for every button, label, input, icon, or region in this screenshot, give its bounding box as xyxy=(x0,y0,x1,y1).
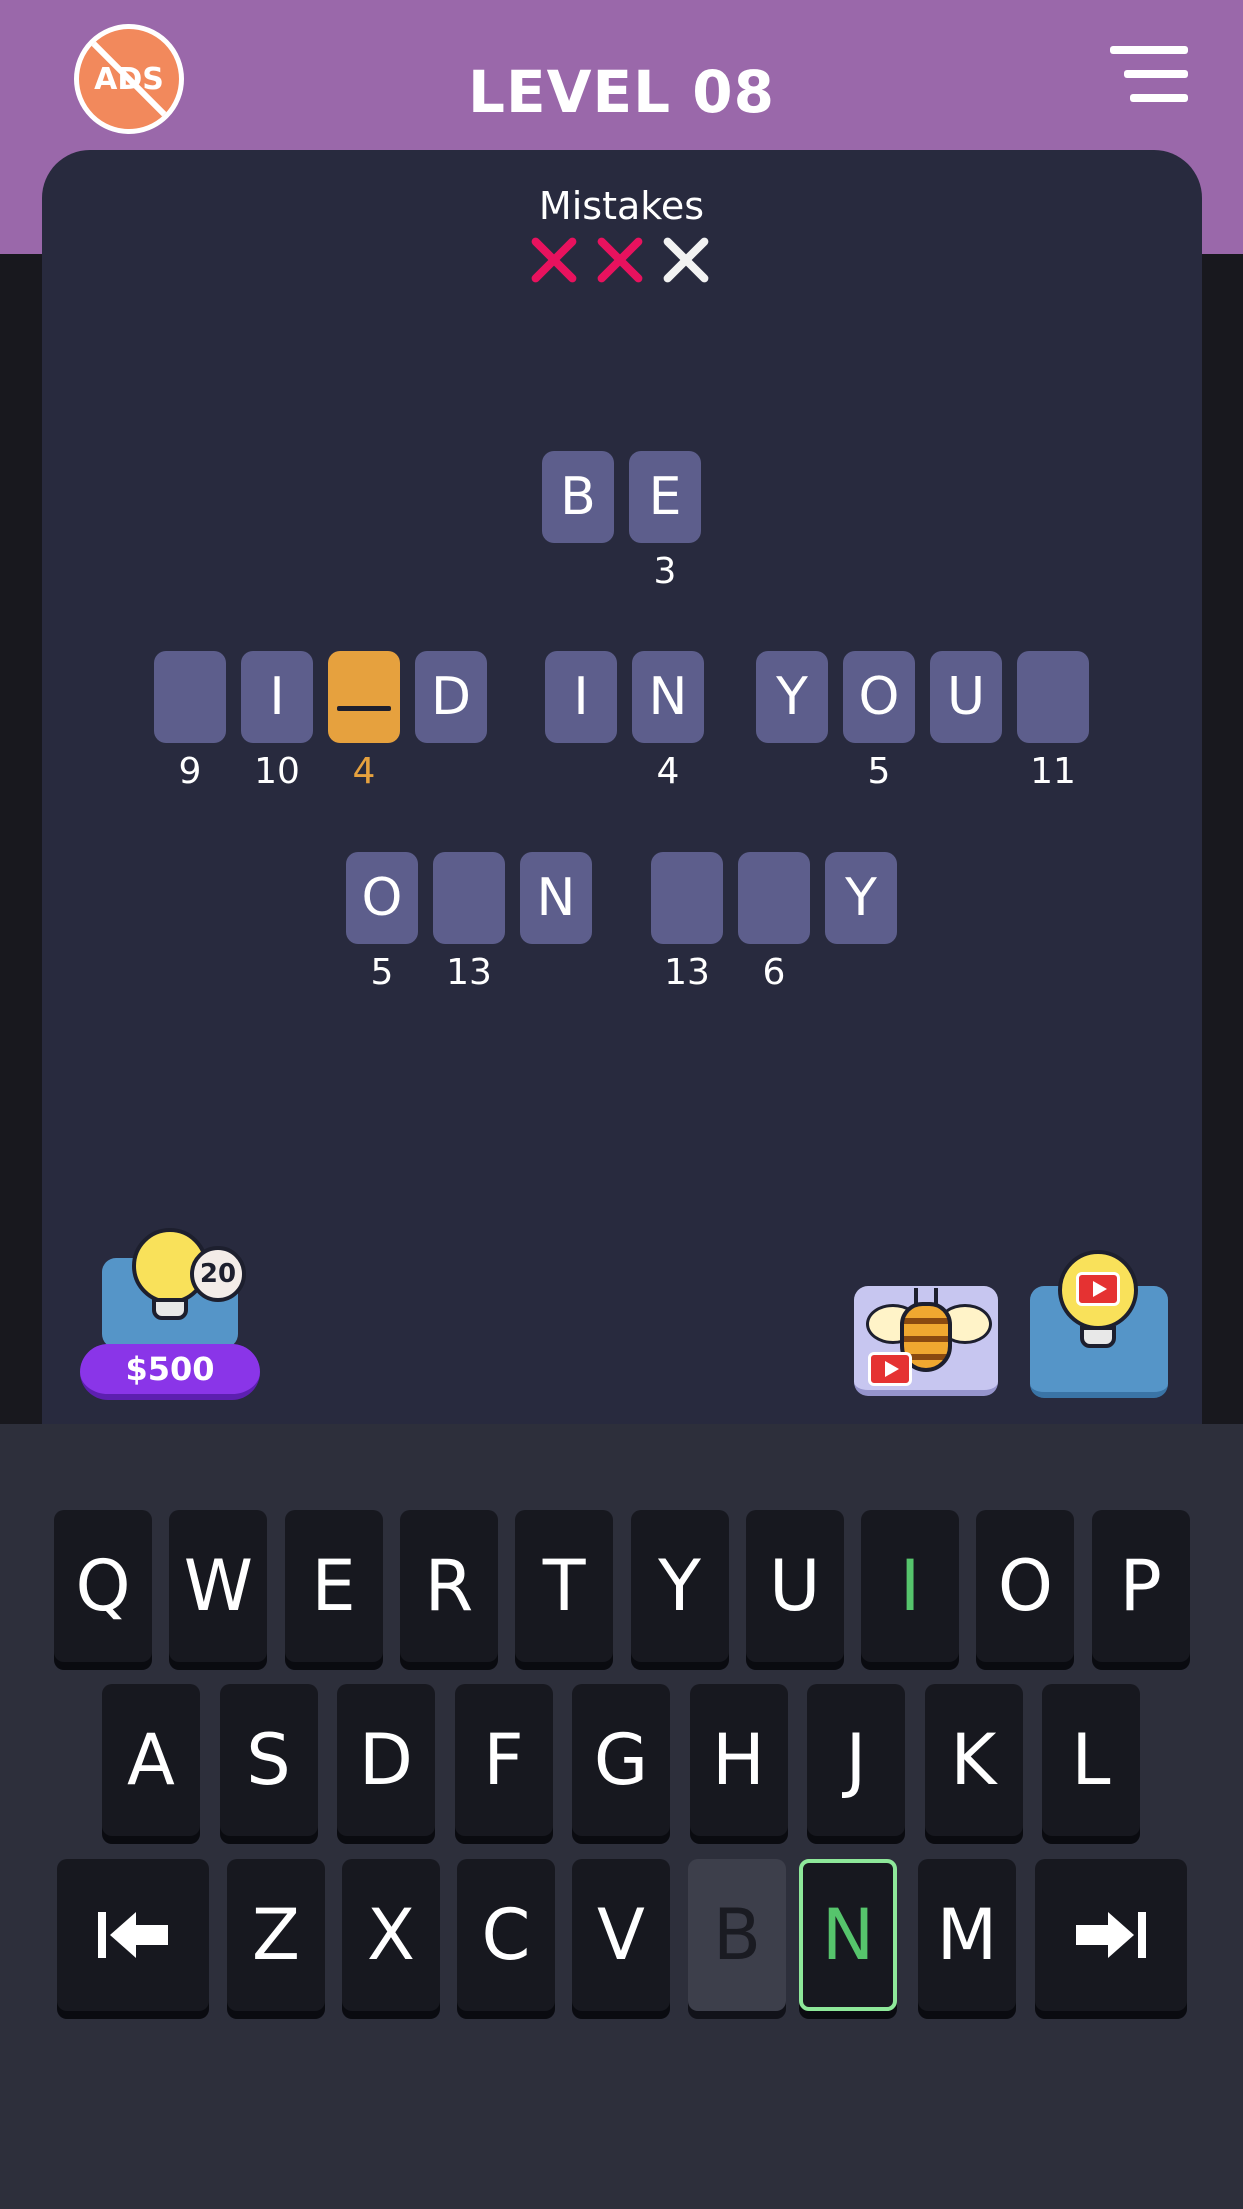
letter-tile[interactable]: I xyxy=(241,651,313,743)
letter-tile[interactable]: N xyxy=(520,852,592,944)
menu-icon[interactable] xyxy=(1110,46,1188,102)
letter-tile[interactable]: Y xyxy=(825,852,897,944)
letter-code-number: 3 xyxy=(653,551,677,592)
letter-code-number: 13 xyxy=(446,952,492,993)
menu-line xyxy=(1130,94,1188,102)
letter-code-number: 4 xyxy=(656,751,680,792)
video-hint-button[interactable] xyxy=(1030,1250,1168,1398)
mistakes-label: Mistakes xyxy=(538,184,705,228)
mistake-marks xyxy=(526,232,714,288)
mistake-used-x-icon xyxy=(592,232,648,288)
key-x[interactable]: X xyxy=(342,1859,440,2011)
arrow-left-bar-icon xyxy=(98,1912,168,1958)
key-l[interactable]: L xyxy=(1042,1684,1140,1836)
key-z[interactable]: Z xyxy=(227,1859,325,2011)
left-gutter xyxy=(0,254,42,1424)
hint-count-badge: 20 xyxy=(190,1246,246,1302)
letter-tile[interactable]: O xyxy=(346,852,418,944)
right-gutter xyxy=(1201,254,1243,1424)
key-j[interactable]: J xyxy=(807,1684,905,1836)
letter-code-number: 10 xyxy=(254,751,300,792)
video-play-icon xyxy=(1076,1272,1120,1306)
key-m[interactable]: M xyxy=(918,1859,1016,2011)
key-t[interactable]: T xyxy=(515,1510,614,1662)
letter-tile[interactable] xyxy=(433,852,505,944)
key-h[interactable]: H xyxy=(689,1684,788,1836)
key-a[interactable]: A xyxy=(102,1684,200,1836)
active-letter-tile[interactable] xyxy=(328,651,400,743)
key-f[interactable]: F xyxy=(454,1684,553,1836)
level-title: LEVEL 08 xyxy=(468,58,775,126)
key-e[interactable]: E xyxy=(284,1510,383,1662)
key-c[interactable]: C xyxy=(457,1859,555,2011)
letter-code-number: 5 xyxy=(370,952,394,993)
letter-code-number: 5 xyxy=(867,751,891,792)
menu-line xyxy=(1110,46,1188,54)
key-u[interactable]: U xyxy=(745,1510,844,1662)
previous-tile-button[interactable] xyxy=(57,1859,209,2011)
next-tile-button[interactable] xyxy=(1035,1859,1187,2011)
key-p[interactable]: P xyxy=(1091,1510,1190,1662)
letter-tile[interactable]: U xyxy=(930,651,1002,743)
key-q[interactable]: Q xyxy=(54,1510,152,1662)
key-k[interactable]: K xyxy=(924,1684,1023,1836)
letter-code-number: 11 xyxy=(1030,751,1076,792)
input-cursor xyxy=(337,705,391,711)
key-i[interactable]: I xyxy=(861,1510,960,1662)
mistake-used-x-icon xyxy=(526,232,582,288)
letter-code-number: 13 xyxy=(664,952,710,993)
key-y[interactable]: Y xyxy=(630,1510,729,1662)
key-s[interactable]: S xyxy=(219,1684,318,1836)
video-play-icon xyxy=(868,1352,912,1386)
key-r[interactable]: R xyxy=(399,1510,498,1662)
mistake-remaining-x-icon xyxy=(658,232,714,288)
letter-code-number: 9 xyxy=(178,751,202,792)
hint-price-button[interactable]: $500 xyxy=(80,1344,260,1400)
letter-tile[interactable]: E xyxy=(629,451,701,543)
letter-tile[interactable]: B xyxy=(542,451,614,543)
key-g[interactable]: G xyxy=(572,1684,670,1836)
key-b[interactable]: B xyxy=(688,1859,786,2011)
key-v[interactable]: V xyxy=(572,1859,670,2011)
menu-line xyxy=(1124,70,1188,78)
letter-code-number: 4 xyxy=(352,751,376,792)
arrow-right-bar-icon xyxy=(1076,1912,1146,1958)
lightbulb-base xyxy=(152,1298,188,1320)
key-d[interactable]: D xyxy=(337,1684,435,1836)
key-o[interactable]: O xyxy=(976,1510,1075,1662)
letter-tile[interactable] xyxy=(738,852,810,944)
letter-tile[interactable]: Y xyxy=(756,651,828,743)
letter-tile[interactable]: I xyxy=(545,651,617,743)
letter-tile[interactable]: O xyxy=(843,651,915,743)
letter-tile[interactable] xyxy=(154,651,226,743)
lightbulb-base xyxy=(1080,1326,1116,1348)
letter-tile[interactable] xyxy=(1017,651,1089,743)
key-w[interactable]: W xyxy=(169,1510,268,1662)
bee-video-button[interactable] xyxy=(854,1286,998,1396)
letter-code-number: 6 xyxy=(762,952,786,993)
letter-tile[interactable] xyxy=(651,852,723,944)
letter-tile[interactable]: D xyxy=(415,651,487,743)
key-n[interactable]: N xyxy=(799,1859,897,2011)
letter-tile[interactable]: N xyxy=(632,651,704,743)
